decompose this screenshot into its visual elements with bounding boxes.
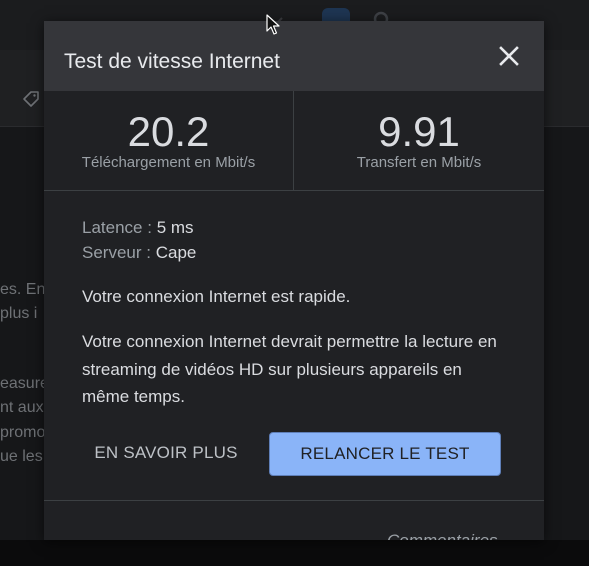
background-text: easure	[0, 375, 49, 392]
background-bottom-bar	[0, 540, 589, 566]
mouse-cursor-icon	[266, 14, 280, 35]
retest-button[interactable]: RELANCER LE TEST	[269, 432, 501, 476]
dialog-header: Test de vitesse Internet	[44, 21, 544, 91]
download-speed-value: 20.2	[127, 108, 210, 155]
speed-test-dialog: Test de vitesse Internet 20.2 Télécharge…	[44, 21, 544, 540]
latency-value: 5 ms	[156, 218, 194, 237]
server-label: Serveur :	[82, 243, 151, 262]
background-text: plus i	[0, 305, 38, 322]
latency-label: Latence :	[82, 218, 152, 237]
upload-speed-label: Transfert en Mbit/s	[356, 154, 482, 171]
background-text: nt aux	[0, 399, 44, 416]
learn-more-button[interactable]: EN SAVOIR PLUS	[82, 433, 250, 473]
upload-result: 9.91 Transfert en Mbit/s	[294, 91, 544, 190]
close-icon[interactable]	[496, 43, 522, 69]
upload-speed-value: 9.91	[378, 108, 460, 155]
page: es. En plus i easure nt aux promo ue les…	[0, 0, 589, 566]
footer-divider	[44, 500, 544, 501]
background-text: es. En	[0, 281, 46, 298]
download-result: 20.2 Téléchargement en Mbit/s	[44, 91, 294, 190]
server-line: Serveur : Cape	[82, 242, 196, 264]
dialog-title: Test de vitesse Internet	[64, 50, 280, 73]
server-value: Cape	[155, 243, 197, 262]
connection-detail: Votre connexion Internet devrait permett…	[82, 332, 497, 406]
background-text: ue les	[0, 448, 43, 465]
feedback-link[interactable]: Commentaires	[387, 530, 498, 540]
speed-results: 20.2 Téléchargement en Mbit/s 9.91 Trans…	[44, 91, 544, 191]
latency-line: Latence : 5 ms	[82, 217, 194, 239]
background-text: promo	[0, 424, 46, 441]
download-speed-label: Téléchargement en Mbit/s	[81, 154, 256, 171]
connection-summary: Votre connexion Internet est rapide.	[82, 287, 351, 306]
tag-icon	[23, 91, 39, 107]
